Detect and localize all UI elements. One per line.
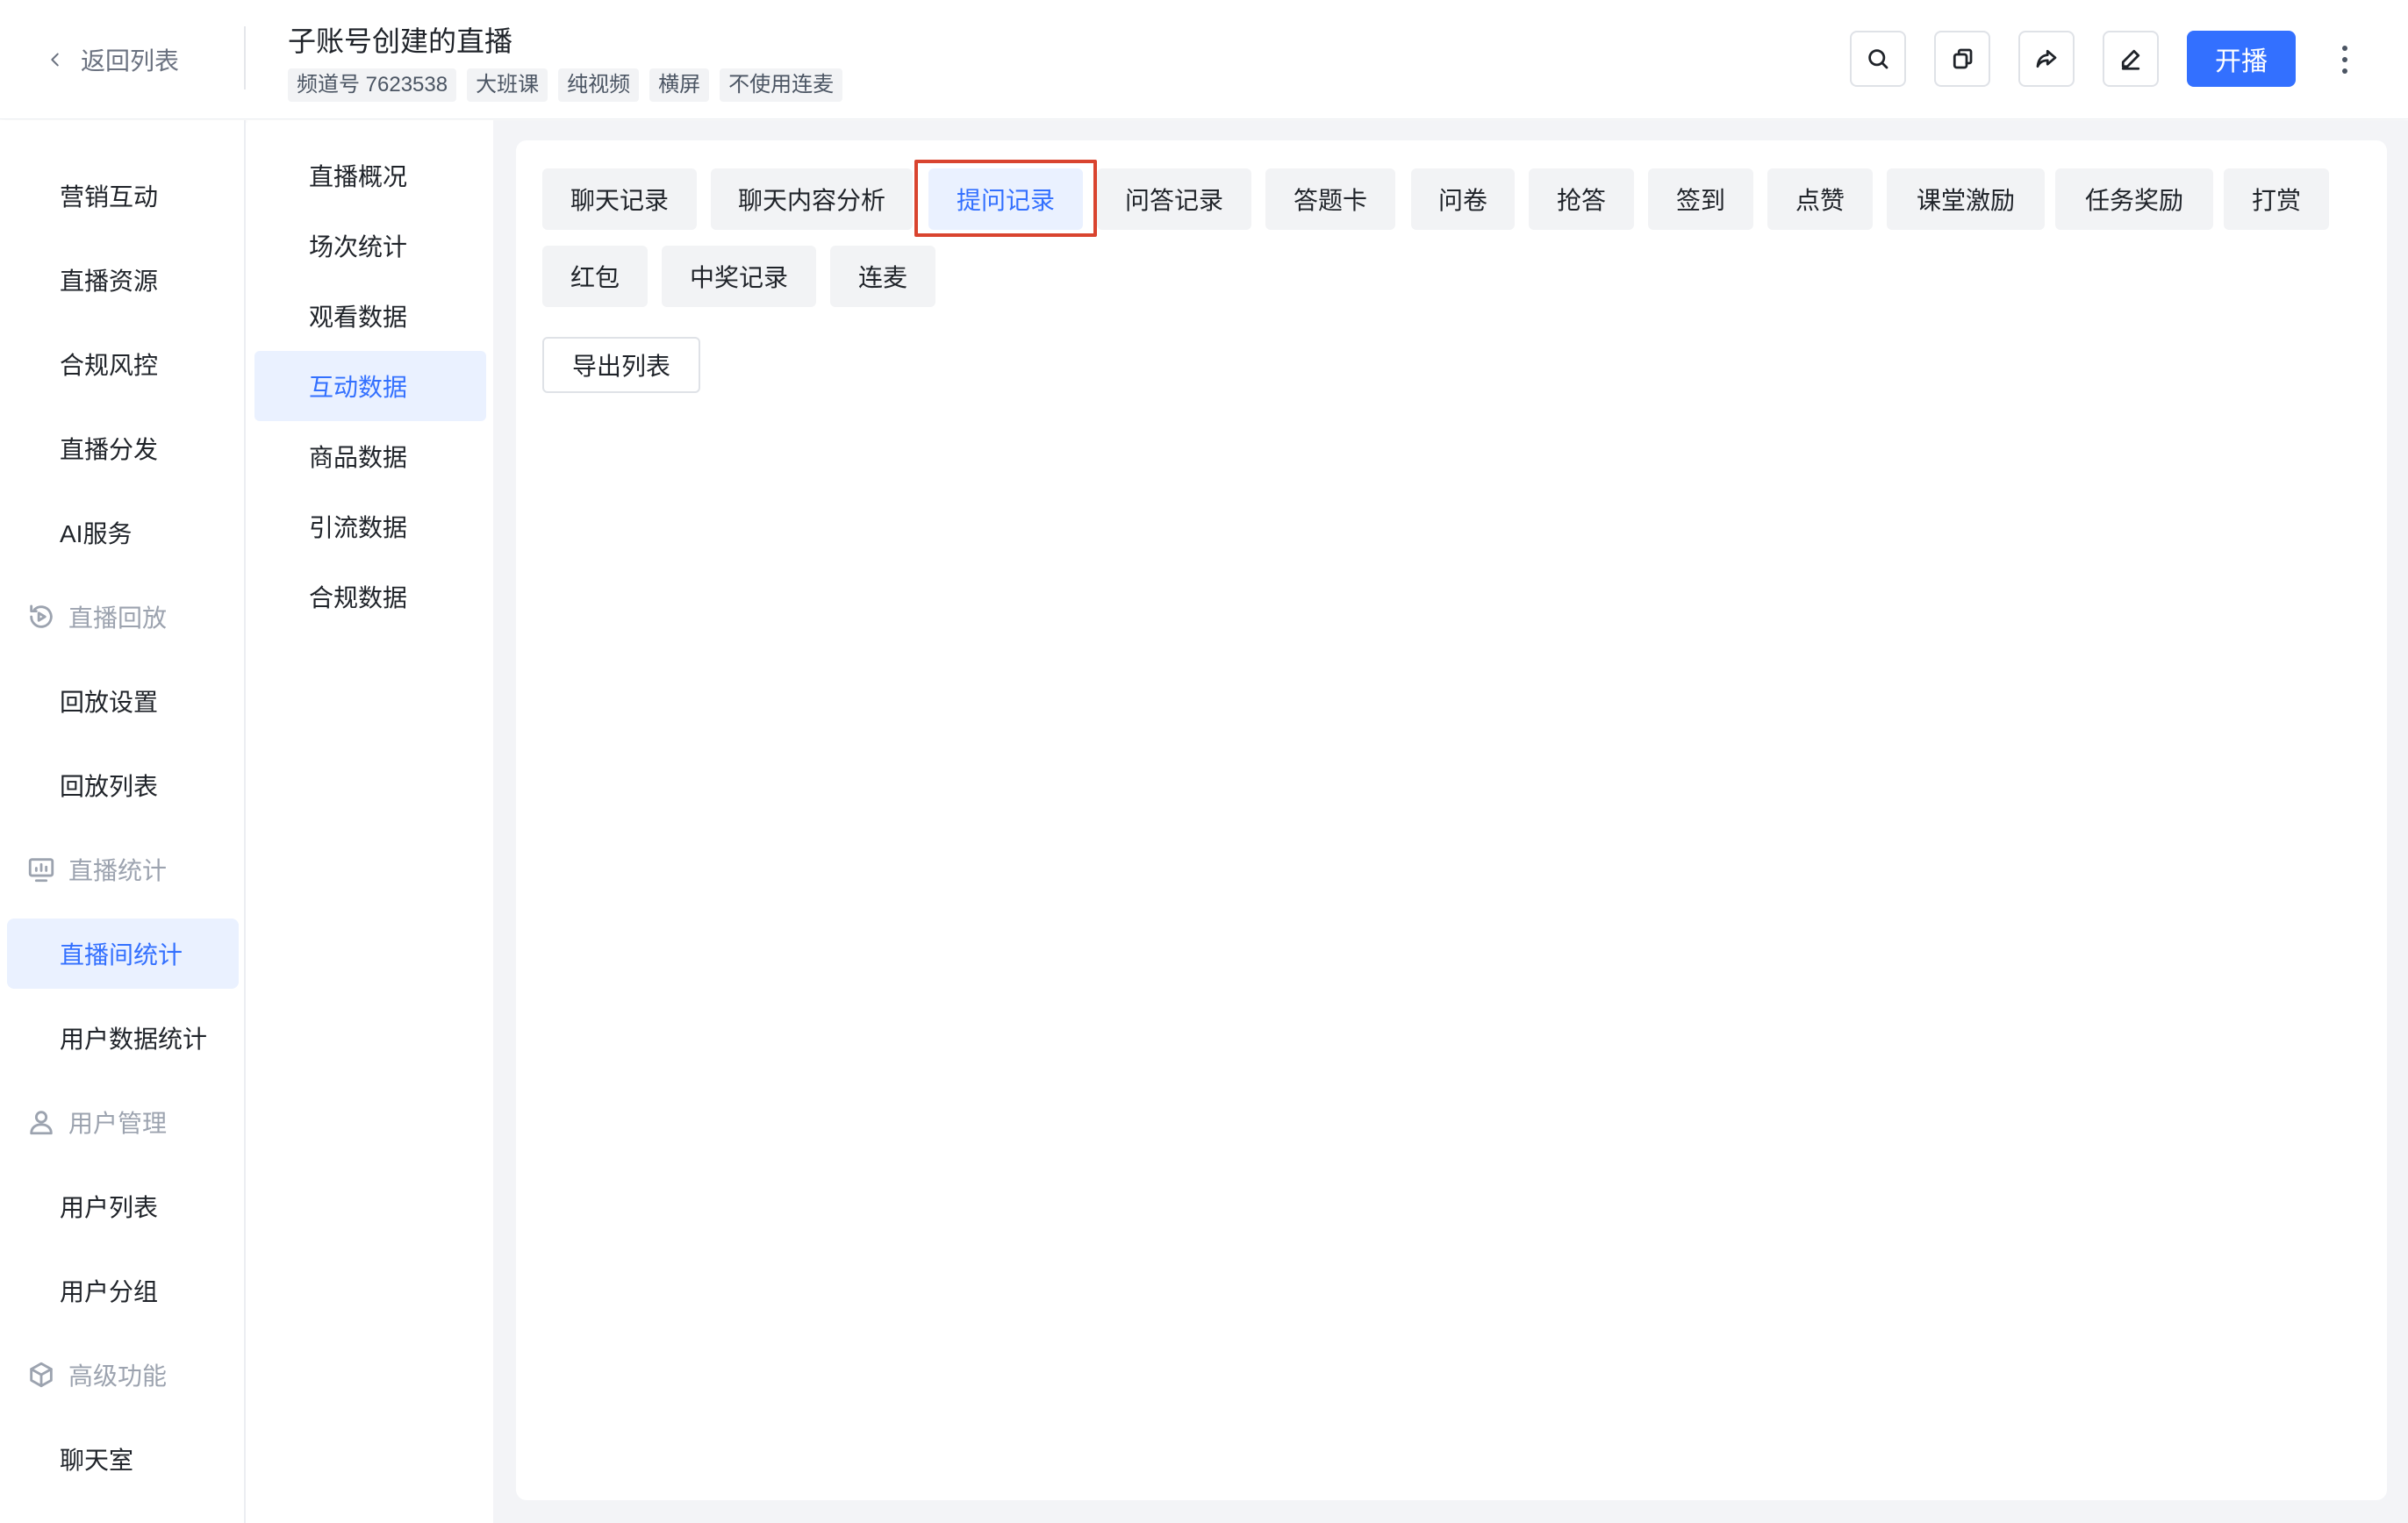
sidebar-item-ai-service[interactable]: AI服务 (7, 497, 239, 568)
sidebar-item-live-resources[interactable]: 直播资源 (7, 245, 239, 315)
sidebar-group-user-management[interactable]: 用户管理 (26, 1087, 167, 1157)
subnav-item-session-stats[interactable]: 场次统计 (254, 211, 486, 281)
main-sidebar: 营销互动 直播资源 合规风控 直播分发 AI服务 直播回放 回放设置 回放列表 … (0, 120, 246, 1523)
sidebar-item-chatroom[interactable]: 聊天室 (7, 1424, 239, 1494)
cube-icon (30, 1362, 53, 1388)
tab-questionnaire[interactable]: 问卷 (1411, 168, 1515, 230)
more-dot-icon (2342, 46, 2347, 51)
tab-link-mic[interactable]: 连麦 (830, 246, 935, 307)
tab-tips[interactable]: 打赏 (2224, 168, 2329, 230)
edit-pencil-icon (2121, 49, 2140, 70)
class-type-tag: 大班课 (467, 68, 548, 102)
tab-class-incentive[interactable]: 课堂激励 (1887, 168, 2045, 230)
channel-id-tag: 频道号 7623538 (288, 68, 457, 102)
sidebar-item-room-stats[interactable]: 直播间统计 (7, 919, 239, 989)
header-divider (244, 26, 246, 89)
back-label: 返回列表 (81, 47, 180, 75)
more-dot-icon (2342, 57, 2347, 62)
sidebar-item-user-list[interactable]: 用户列表 (7, 1171, 239, 1241)
sidebar-item-distribution[interactable]: 直播分发 (7, 413, 239, 483)
subnav-item-viewing-data[interactable]: 观看数据 (254, 281, 486, 351)
sidebar-group-label: 用户管理 (68, 1110, 168, 1137)
share-icon (2036, 49, 2057, 68)
copy-icon (1953, 48, 1973, 69)
sidebar-group-advanced[interactable]: 高级功能 (26, 1340, 167, 1410)
tab-red-packet[interactable]: 红包 (542, 246, 648, 307)
tab-check-in[interactable]: 签到 (1648, 168, 1753, 230)
sidebar-item-replay-settings[interactable]: 回放设置 (7, 666, 239, 736)
more-options-button[interactable] (2327, 35, 2362, 84)
tab-prize-records[interactable]: 中奖记录 (662, 246, 816, 307)
share-button[interactable] (2018, 31, 2075, 87)
subnav-item-interaction-data[interactable]: 互动数据 (254, 351, 486, 421)
tab-quick-answer[interactable]: 抢答 (1529, 168, 1634, 230)
sidebar-group-label: 直播回放 (68, 604, 168, 632)
sidebar-item-marketing[interactable]: 营销互动 (7, 161, 239, 231)
chevron-left-icon (51, 53, 59, 67)
orientation-tag: 横屏 (649, 68, 710, 102)
sidebar-item-replay-list[interactable]: 回放列表 (7, 750, 239, 820)
subnav-item-product-data[interactable]: 商品数据 (254, 421, 486, 491)
search-button[interactable] (1850, 31, 1906, 87)
sidebar-group-label: 高级功能 (68, 1362, 168, 1390)
channel-tags: 频道号 7623538 大班课 纯视频 横屏 不使用连麦 (288, 68, 843, 102)
sidebar-group-label: 直播统计 (68, 857, 168, 884)
search-icon (1868, 49, 1888, 69)
more-dot-icon (2342, 68, 2347, 74)
user-icon (30, 1111, 53, 1135)
sidebar-group-live-stats[interactable]: 直播统计 (26, 834, 167, 905)
stats-monitor-icon (28, 858, 54, 883)
tab-answer-card[interactable]: 答题卡 (1265, 168, 1395, 230)
tab-chat-records[interactable]: 聊天记录 (542, 168, 697, 230)
edit-button[interactable] (2103, 31, 2159, 87)
tab-task-rewards[interactable]: 任务奖励 (2055, 168, 2213, 230)
start-live-button[interactable]: 开播 (2187, 31, 2296, 87)
subnav-item-compliance-data[interactable]: 合规数据 (254, 561, 486, 632)
sidebar-item-compliance[interactable]: 合规风控 (7, 329, 239, 399)
link-mic-tag: 不使用连麦 (720, 68, 843, 102)
export-list-button[interactable]: 导出列表 (542, 337, 700, 393)
top-header: 返回列表 子账号创建的直播 频道号 7623538 大班课 纯视频 横屏 不使用… (0, 0, 2408, 119)
sidebar-group-replay[interactable]: 直播回放 (26, 582, 167, 652)
subnav-item-overview[interactable]: 直播概况 (254, 140, 486, 211)
page-title: 子账号创建的直播 (288, 25, 513, 57)
sidebar-item-user-data-stats[interactable]: 用户数据统计 (7, 1003, 239, 1073)
tab-chat-content-analysis[interactable]: 聊天内容分析 (711, 168, 913, 230)
interaction-data-card (516, 140, 2387, 1500)
tab-question-records[interactable]: 提问记录 (928, 168, 1083, 230)
copy-button[interactable] (1934, 31, 1990, 87)
tab-qa-records[interactable]: 问答记录 (1097, 168, 1251, 230)
stats-subnav: 直播概况 场次统计 观看数据 互动数据 商品数据 引流数据 合规数据 (247, 120, 493, 1523)
sidebar-item-user-groups[interactable]: 用户分组 (7, 1255, 239, 1326)
tab-likes[interactable]: 点赞 (1767, 168, 1873, 230)
back-to-list-button[interactable]: 返回列表 (46, 35, 179, 84)
replay-icon (30, 604, 53, 628)
subnav-item-traffic-data[interactable]: 引流数据 (254, 491, 486, 561)
video-type-tag: 纯视频 (558, 68, 640, 102)
